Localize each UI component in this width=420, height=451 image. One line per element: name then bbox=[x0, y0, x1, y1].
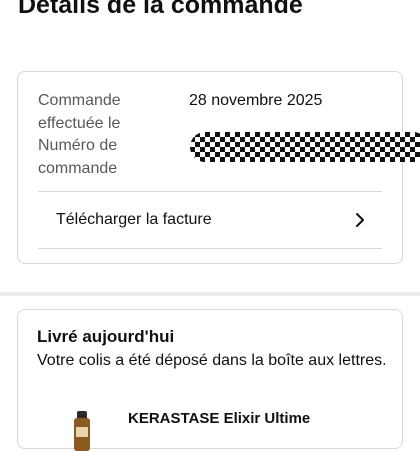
order-labels: Commande effectuée le Numéro de commande bbox=[38, 90, 148, 180]
divider bbox=[38, 248, 382, 249]
section-separator bbox=[0, 292, 420, 296]
order-placed-date: 28 novembre 2025 bbox=[189, 92, 323, 109]
order-placed-label-line2: effectuée le bbox=[38, 114, 121, 132]
product-image[interactable] bbox=[66, 411, 100, 451]
download-invoice-button[interactable]: Télécharger la facture bbox=[38, 192, 382, 248]
product-name[interactable]: KERASTASE Elixir Ultime bbox=[128, 410, 310, 427]
order-number-label-line1: Numéro de bbox=[38, 137, 118, 154]
delivery-status-card: Livré aujourd'hui Votre colis a été dépo… bbox=[17, 309, 403, 451]
order-number-label-line2: commande bbox=[38, 159, 118, 177]
chevron-right-icon bbox=[356, 213, 364, 227]
delivery-status-text: Votre colis a été déposé dans la boîte a… bbox=[37, 352, 387, 369]
order-placed-label-line1: Commande bbox=[38, 92, 121, 109]
page-title: Détails de la commande bbox=[18, 0, 303, 19]
order-summary-card: Commande effectuée le Numéro de commande… bbox=[17, 71, 420, 264]
download-invoice-label: Télécharger la facture bbox=[56, 211, 212, 228]
order-info: Commande effectuée le Numéro de commande… bbox=[38, 90, 420, 190]
order-number-redacted bbox=[190, 132, 420, 162]
delivery-status-title: Livré aujourd'hui bbox=[37, 327, 175, 346]
